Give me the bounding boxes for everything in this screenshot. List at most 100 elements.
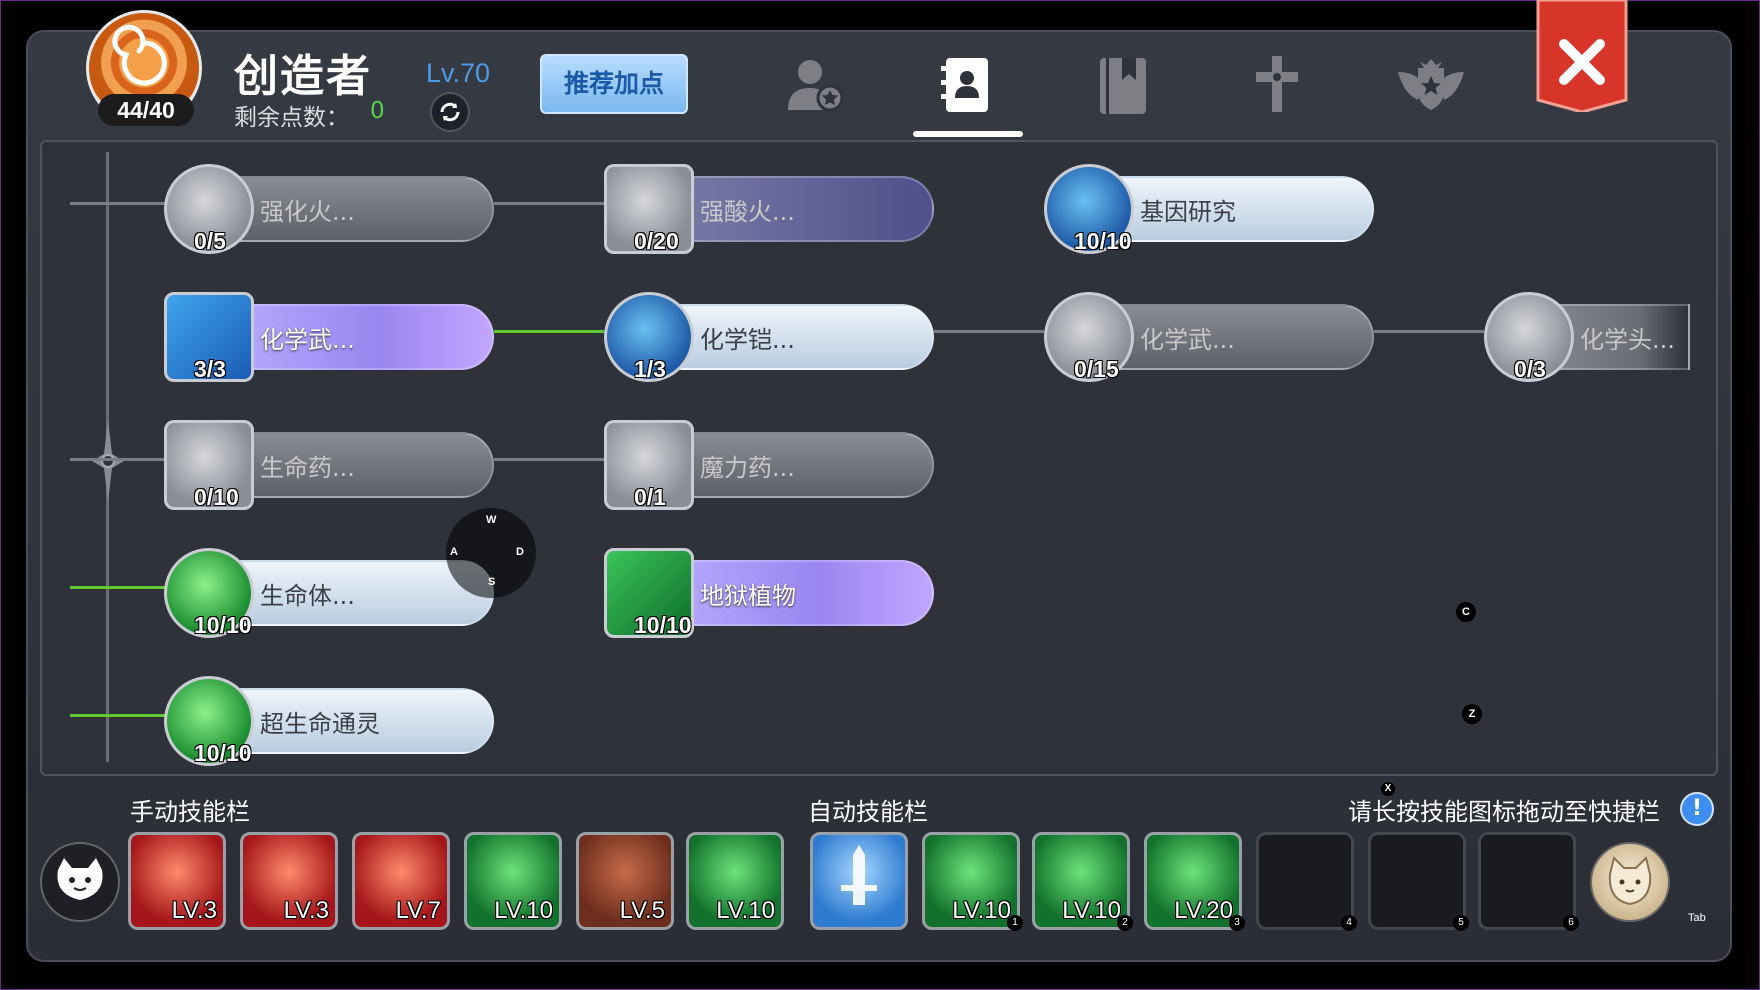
connector-line bbox=[70, 586, 166, 589]
close-icon bbox=[1536, 0, 1628, 114]
manual-skill-slot-3[interactable]: LV.7 bbox=[352, 832, 450, 930]
skill-count: 10/10 bbox=[194, 740, 252, 766]
manual-skill-slot-1[interactable]: LV.3 bbox=[128, 832, 226, 930]
cat-face-icon bbox=[57, 858, 103, 900]
tab-codex[interactable] bbox=[1088, 52, 1158, 118]
slot-level: LV.10 bbox=[716, 897, 775, 924]
slot-level: LV.3 bbox=[171, 897, 217, 924]
skill-count: 10/10 bbox=[194, 612, 252, 638]
skill-node-chem-weapon[interactable]: 化学武... 3/3 bbox=[164, 284, 494, 382]
skill-node-health-potion[interactable]: 生命药... 0/10 bbox=[164, 412, 494, 510]
key-hint-c: C bbox=[1456, 602, 1476, 622]
manual-skill-slot-2[interactable]: LV.3 bbox=[240, 832, 338, 930]
connector-line bbox=[70, 714, 166, 717]
skill-name: 化学铠... bbox=[700, 326, 795, 354]
slot-level: LV.10 bbox=[494, 897, 553, 924]
skill-name: 生命体... bbox=[260, 582, 355, 610]
person-star-icon bbox=[788, 60, 844, 112]
skill-count: 1/3 bbox=[634, 356, 666, 382]
auto-skill-slot-5[interactable]: 4 bbox=[1256, 832, 1357, 931]
skill-node-hell-plant[interactable]: 地狱植物 10/10 bbox=[604, 540, 934, 638]
pet-cat-icon bbox=[1608, 856, 1652, 906]
skill-name: 强化火... bbox=[260, 198, 355, 226]
remaining-points-label: 剩余点数： bbox=[234, 105, 349, 131]
connector-line bbox=[494, 458, 604, 461]
drag-hint-text: 请长按技能图标拖动至快捷栏 bbox=[1348, 798, 1660, 826]
connector-line bbox=[934, 330, 1044, 333]
skill-node-chem-armor[interactable]: 化学铠... 1/3 bbox=[604, 284, 934, 382]
slot-level: LV.10 bbox=[952, 897, 1011, 924]
manual-skill-bar-label: 手动技能栏 bbox=[130, 798, 250, 826]
slot-number: 6 bbox=[1563, 915, 1579, 931]
recommend-points-button[interactable]: 推荐加点 bbox=[540, 54, 688, 114]
skill-node-acid-fire[interactable]: 强酸火... 0/20 bbox=[604, 156, 934, 254]
character-level: Lv.70 bbox=[426, 58, 491, 88]
slot-number: 2 bbox=[1117, 915, 1133, 931]
remaining-points-value: 0 bbox=[370, 98, 385, 124]
joystick-a: A bbox=[450, 546, 458, 558]
cat-face-button[interactable] bbox=[40, 842, 120, 922]
skill-node-chem-head[interactable]: 化学头... 0/3 bbox=[1484, 284, 1690, 382]
avatar-count: 44/40 bbox=[98, 94, 194, 126]
skill-name: 化学武... bbox=[1140, 326, 1235, 354]
slot-number: 4 bbox=[1341, 915, 1357, 931]
skill-node-super-life[interactable]: 超生命通灵 10/10 bbox=[164, 668, 494, 766]
manual-skill-slot-6[interactable]: LV.10 bbox=[686, 832, 784, 930]
key-hint-tab: Tab bbox=[1688, 912, 1706, 924]
auto-skill-slot-1[interactable] bbox=[810, 832, 908, 930]
sword-icon bbox=[841, 845, 877, 905]
skill-count: 10/10 bbox=[634, 612, 692, 638]
connector-line bbox=[1374, 330, 1484, 333]
pet-cat-button[interactable] bbox=[1590, 842, 1670, 922]
reset-points-button[interactable] bbox=[430, 92, 470, 132]
winged-star-emblem-icon bbox=[1398, 59, 1464, 110]
tab-character[interactable] bbox=[782, 52, 852, 118]
character-name: 创造者 bbox=[234, 51, 372, 102]
slot-level: LV.10 bbox=[1062, 897, 1121, 924]
slot-number: 5 bbox=[1453, 915, 1469, 931]
slot-level: LV.5 bbox=[619, 897, 665, 924]
skill-count: 0/3 bbox=[1514, 356, 1546, 382]
refresh-icon bbox=[440, 102, 460, 122]
joystick-d: D bbox=[516, 546, 524, 558]
skill-node-lifeform[interactable]: 生命体... 10/10 bbox=[164, 540, 494, 638]
compass-ornament-icon bbox=[92, 420, 124, 502]
cross-icon bbox=[1256, 56, 1298, 112]
skill-count: 3/3 bbox=[194, 356, 226, 382]
close-button[interactable] bbox=[1536, 0, 1628, 114]
skill-count: 0/15 bbox=[1074, 356, 1119, 382]
tab-emblem[interactable] bbox=[1396, 52, 1466, 118]
skill-count: 0/5 bbox=[194, 228, 226, 254]
skill-name: 化学头... bbox=[1580, 326, 1675, 354]
slot-number: 3 bbox=[1229, 915, 1245, 931]
joystick-s: S bbox=[488, 576, 496, 588]
auto-skill-slot-6[interactable]: 5 bbox=[1368, 832, 1469, 931]
auto-skill-slot-7[interactable]: 6 bbox=[1478, 832, 1579, 931]
skill-name: 强酸火... bbox=[700, 198, 795, 226]
slot-level: LV.20 bbox=[1174, 897, 1233, 924]
key-hint-z: Z bbox=[1462, 704, 1482, 724]
contact-book-icon bbox=[941, 58, 988, 112]
manual-skill-slot-5[interactable]: LV.5 bbox=[576, 832, 674, 930]
info-icon[interactable]: ! bbox=[1680, 792, 1714, 826]
auto-skill-slot-4[interactable]: LV.20 3 bbox=[1144, 832, 1245, 931]
slot-level: LV.3 bbox=[283, 897, 329, 924]
skill-count: 0/1 bbox=[634, 484, 666, 510]
skill-name: 基因研究 bbox=[1140, 198, 1236, 226]
auto-skill-slot-2[interactable]: LV.10 1 bbox=[922, 832, 1023, 931]
skill-name: 超生命通灵 bbox=[260, 710, 380, 738]
active-tab-indicator bbox=[913, 131, 1023, 137]
bookmark-book-icon bbox=[1100, 58, 1146, 114]
tab-cross[interactable] bbox=[1242, 52, 1312, 118]
skill-node-enhanced-fire[interactable]: 强化火... 0/5 bbox=[164, 156, 494, 254]
skill-node-mana-potion[interactable]: 魔力药... 0/1 bbox=[604, 412, 934, 510]
auto-skill-slot-3[interactable]: LV.10 2 bbox=[1032, 832, 1133, 931]
manual-skill-slot-4[interactable]: LV.10 bbox=[464, 832, 562, 930]
tab-skills[interactable] bbox=[932, 52, 1002, 118]
slot-number: 1 bbox=[1007, 915, 1023, 931]
skill-node-gene-research[interactable]: 基因研究 10/10 bbox=[1044, 156, 1374, 254]
skill-count: 10/10 bbox=[1074, 228, 1132, 254]
connector-line bbox=[70, 458, 166, 461]
virtual-joystick[interactable]: W A D S bbox=[446, 508, 536, 598]
skill-node-chem-weapon-2[interactable]: 化学武... 0/15 bbox=[1044, 284, 1374, 382]
